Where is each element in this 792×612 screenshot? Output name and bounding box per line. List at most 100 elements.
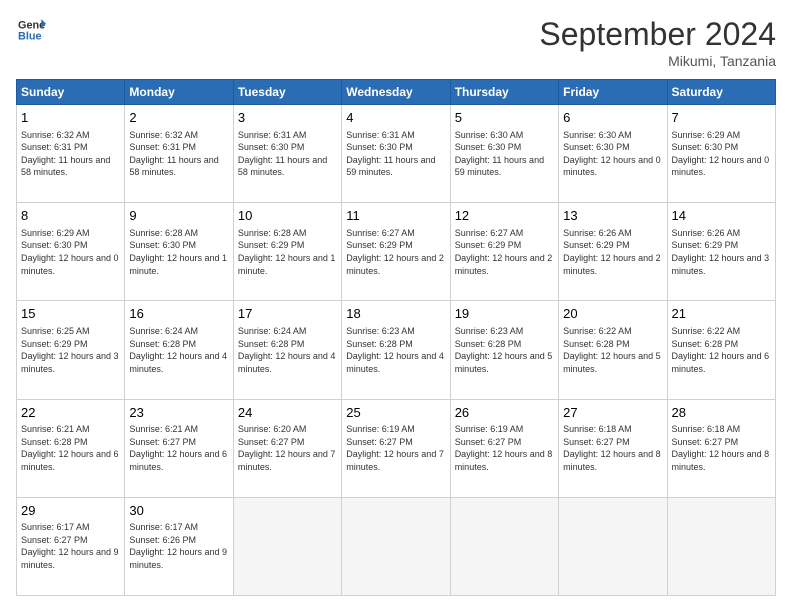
daylight-text: Daylight: 11 hours and 58 minutes. (238, 155, 327, 178)
sunset-text: Sunset: 6:30 PM (21, 240, 88, 250)
daylight-text: Daylight: 12 hours and 5 minutes. (455, 351, 553, 374)
col-wednesday: Wednesday (342, 80, 450, 105)
day-number: 19 (455, 305, 554, 323)
sunset-text: Sunset: 6:28 PM (346, 339, 413, 349)
day-info: Sunrise: 6:29 AM Sunset: 6:30 PM Dayligh… (21, 227, 120, 277)
sunset-text: Sunset: 6:28 PM (21, 437, 88, 447)
table-row: 13 Sunrise: 6:26 AM Sunset: 6:29 PM Dayl… (559, 203, 667, 301)
day-info: Sunrise: 6:19 AM Sunset: 6:27 PM Dayligh… (455, 423, 554, 473)
sunset-text: Sunset: 6:29 PM (455, 240, 522, 250)
sunset-text: Sunset: 6:27 PM (129, 437, 196, 447)
sunset-text: Sunset: 6:27 PM (238, 437, 305, 447)
table-row: 19 Sunrise: 6:23 AM Sunset: 6:28 PM Dayl… (450, 301, 558, 399)
calendar-body: 1 Sunrise: 6:32 AM Sunset: 6:31 PM Dayli… (17, 105, 776, 596)
day-info: Sunrise: 6:28 AM Sunset: 6:30 PM Dayligh… (129, 227, 228, 277)
table-row: 24 Sunrise: 6:20 AM Sunset: 6:27 PM Dayl… (233, 399, 341, 497)
sunrise-text: Sunrise: 6:32 AM (129, 130, 198, 140)
daylight-text: Daylight: 12 hours and 1 minute. (238, 253, 336, 276)
daylight-text: Daylight: 12 hours and 7 minutes. (346, 449, 444, 472)
col-sunday: Sunday (17, 80, 125, 105)
table-row: 12 Sunrise: 6:27 AM Sunset: 6:29 PM Dayl… (450, 203, 558, 301)
logo-icon: General Blue (18, 16, 46, 44)
header: General Blue September 2024 Mikumi, Tanz… (16, 16, 776, 69)
day-number: 14 (672, 207, 771, 225)
table-row: 11 Sunrise: 6:27 AM Sunset: 6:29 PM Dayl… (342, 203, 450, 301)
sunset-text: Sunset: 6:28 PM (563, 339, 630, 349)
day-info: Sunrise: 6:30 AM Sunset: 6:30 PM Dayligh… (563, 129, 662, 179)
day-number: 27 (563, 404, 662, 422)
daylight-text: Daylight: 12 hours and 6 minutes. (672, 351, 770, 374)
daylight-text: Daylight: 12 hours and 0 minutes. (672, 155, 770, 178)
sunrise-text: Sunrise: 6:21 AM (21, 424, 90, 434)
day-number: 13 (563, 207, 662, 225)
table-row (233, 497, 341, 595)
sunrise-text: Sunrise: 6:18 AM (563, 424, 632, 434)
daylight-text: Daylight: 12 hours and 4 minutes. (129, 351, 227, 374)
day-info: Sunrise: 6:26 AM Sunset: 6:29 PM Dayligh… (563, 227, 662, 277)
day-number: 20 (563, 305, 662, 323)
sunset-text: Sunset: 6:27 PM (563, 437, 630, 447)
daylight-text: Daylight: 12 hours and 2 minutes. (563, 253, 661, 276)
sunrise-text: Sunrise: 6:26 AM (672, 228, 741, 238)
day-number: 22 (21, 404, 120, 422)
day-info: Sunrise: 6:28 AM Sunset: 6:29 PM Dayligh… (238, 227, 337, 277)
sunrise-text: Sunrise: 6:32 AM (21, 130, 90, 140)
table-row: 28 Sunrise: 6:18 AM Sunset: 6:27 PM Dayl… (667, 399, 775, 497)
daylight-text: Daylight: 12 hours and 4 minutes. (346, 351, 444, 374)
daylight-text: Daylight: 12 hours and 8 minutes. (563, 449, 661, 472)
calendar-header: Sunday Monday Tuesday Wednesday Thursday… (17, 80, 776, 105)
day-number: 24 (238, 404, 337, 422)
day-number: 29 (21, 502, 120, 520)
table-row: 2 Sunrise: 6:32 AM Sunset: 6:31 PM Dayli… (125, 105, 233, 203)
day-info: Sunrise: 6:24 AM Sunset: 6:28 PM Dayligh… (238, 325, 337, 375)
day-number: 18 (346, 305, 445, 323)
daylight-text: Daylight: 12 hours and 9 minutes. (129, 547, 227, 570)
sunrise-text: Sunrise: 6:24 AM (129, 326, 198, 336)
table-row: 4 Sunrise: 6:31 AM Sunset: 6:30 PM Dayli… (342, 105, 450, 203)
sunset-text: Sunset: 6:30 PM (672, 142, 739, 152)
day-info: Sunrise: 6:17 AM Sunset: 6:26 PM Dayligh… (129, 521, 228, 571)
sunset-text: Sunset: 6:28 PM (672, 339, 739, 349)
daylight-text: Daylight: 12 hours and 2 minutes. (455, 253, 553, 276)
sunset-text: Sunset: 6:30 PM (238, 142, 305, 152)
col-saturday: Saturday (667, 80, 775, 105)
day-info: Sunrise: 6:19 AM Sunset: 6:27 PM Dayligh… (346, 423, 445, 473)
day-number: 8 (21, 207, 120, 225)
day-number: 23 (129, 404, 228, 422)
table-row: 5 Sunrise: 6:30 AM Sunset: 6:30 PM Dayli… (450, 105, 558, 203)
sunrise-text: Sunrise: 6:28 AM (238, 228, 307, 238)
sunset-text: Sunset: 6:26 PM (129, 535, 196, 545)
day-info: Sunrise: 6:17 AM Sunset: 6:27 PM Dayligh… (21, 521, 120, 571)
sunset-text: Sunset: 6:27 PM (21, 535, 88, 545)
sunrise-text: Sunrise: 6:31 AM (238, 130, 307, 140)
table-row: 15 Sunrise: 6:25 AM Sunset: 6:29 PM Dayl… (17, 301, 125, 399)
sunrise-text: Sunrise: 6:17 AM (129, 522, 198, 532)
day-info: Sunrise: 6:23 AM Sunset: 6:28 PM Dayligh… (455, 325, 554, 375)
sunset-text: Sunset: 6:30 PM (455, 142, 522, 152)
sunrise-text: Sunrise: 6:19 AM (346, 424, 415, 434)
daylight-text: Daylight: 12 hours and 8 minutes. (455, 449, 553, 472)
table-row: 30 Sunrise: 6:17 AM Sunset: 6:26 PM Dayl… (125, 497, 233, 595)
table-row: 18 Sunrise: 6:23 AM Sunset: 6:28 PM Dayl… (342, 301, 450, 399)
sunrise-text: Sunrise: 6:18 AM (672, 424, 741, 434)
day-info: Sunrise: 6:27 AM Sunset: 6:29 PM Dayligh… (455, 227, 554, 277)
sunset-text: Sunset: 6:31 PM (129, 142, 196, 152)
day-number: 4 (346, 109, 445, 127)
sunrise-text: Sunrise: 6:24 AM (238, 326, 307, 336)
day-info: Sunrise: 6:18 AM Sunset: 6:27 PM Dayligh… (672, 423, 771, 473)
day-number: 17 (238, 305, 337, 323)
daylight-text: Daylight: 12 hours and 0 minutes. (563, 155, 661, 178)
location-subtitle: Mikumi, Tanzania (539, 53, 776, 69)
daylight-text: Daylight: 12 hours and 6 minutes. (129, 449, 227, 472)
sunset-text: Sunset: 6:31 PM (21, 142, 88, 152)
table-row: 16 Sunrise: 6:24 AM Sunset: 6:28 PM Dayl… (125, 301, 233, 399)
daylight-text: Daylight: 11 hours and 59 minutes. (455, 155, 544, 178)
daylight-text: Daylight: 12 hours and 4 minutes. (238, 351, 336, 374)
day-info: Sunrise: 6:18 AM Sunset: 6:27 PM Dayligh… (563, 423, 662, 473)
day-info: Sunrise: 6:27 AM Sunset: 6:29 PM Dayligh… (346, 227, 445, 277)
sunset-text: Sunset: 6:30 PM (346, 142, 413, 152)
day-number: 1 (21, 109, 120, 127)
logo: General Blue (16, 16, 46, 49)
col-tuesday: Tuesday (233, 80, 341, 105)
page: General Blue September 2024 Mikumi, Tanz… (0, 0, 792, 612)
